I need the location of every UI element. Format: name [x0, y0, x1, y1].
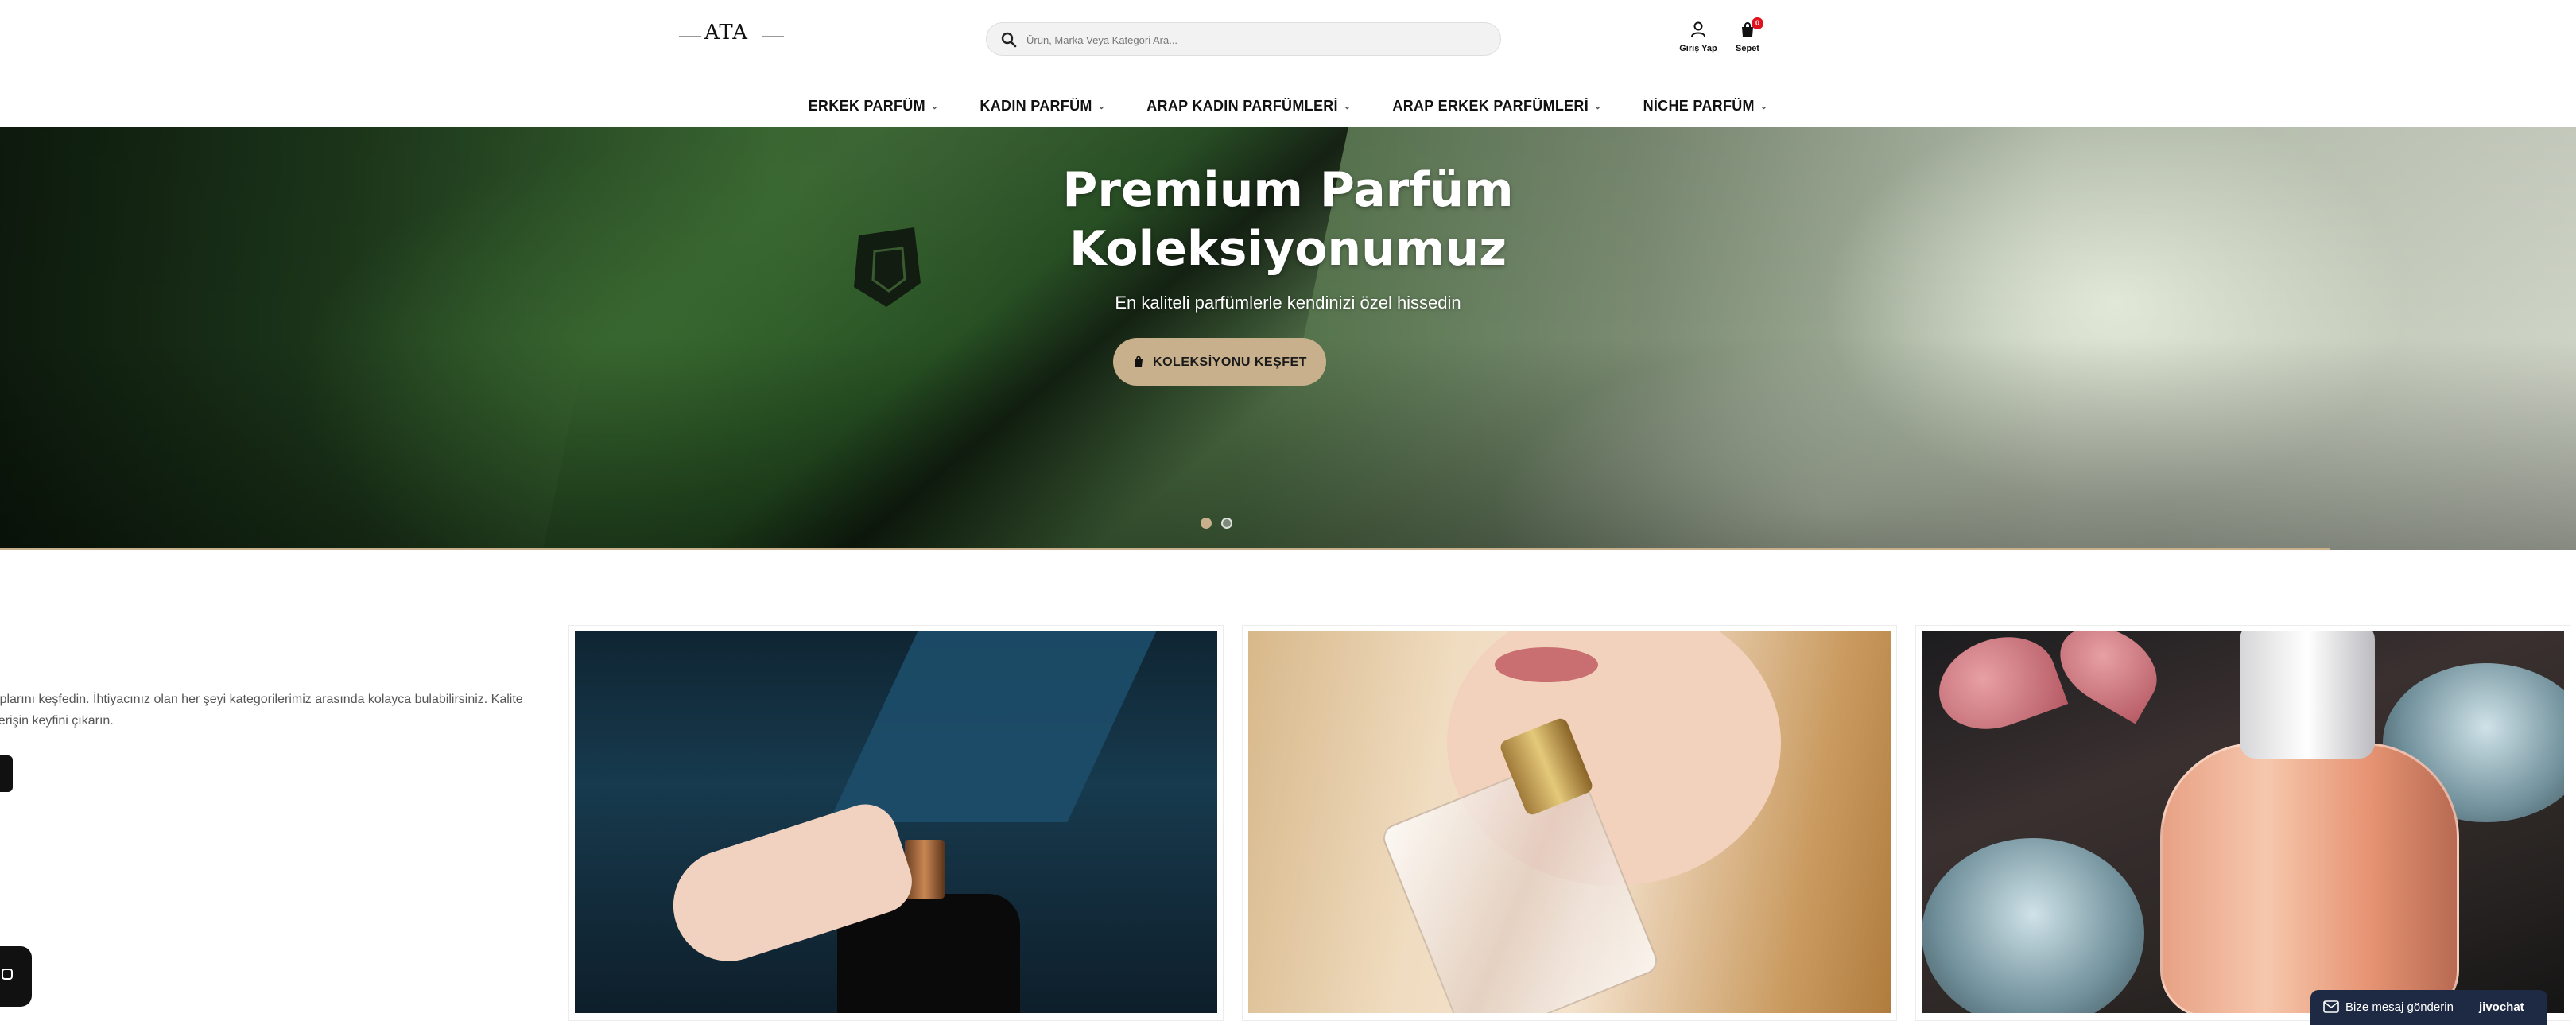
search-icon[interactable]: [1001, 32, 1017, 48]
explore-collection-button[interactable]: KOLEKSİYONU KEŞFET: [1113, 338, 1326, 386]
nav-item-kadin-parfum[interactable]: KADIN PARFÜM ⌄: [980, 87, 1105, 125]
nav-item-niche-parfum[interactable]: NİCHE PARFÜM ⌄: [1643, 87, 1768, 125]
lips-image: [1495, 647, 1598, 682]
perfume-cap-image: [2240, 631, 2375, 759]
slider-progress-bar: [0, 548, 2330, 550]
category-card-niche[interactable]: [1922, 631, 2564, 1013]
chevron-down-icon: ⌄: [1343, 102, 1352, 111]
categories-description: ürün gruplarını keşfedin. İhtiyacınız ol…: [0, 693, 523, 728]
chat-widget[interactable]: Bize mesaj gönderin jivochat: [2310, 990, 2547, 1025]
chevron-down-icon: ⌄: [1759, 102, 1768, 111]
flower-image: [1926, 631, 2069, 745]
hero-title: Premium Parfüm Koleksiyonumuz: [1062, 162, 1514, 277]
social-float-button[interactable]: [0, 946, 32, 1007]
nav-item-arap-erkek[interactable]: ARAP ERKEK PARFÜMLERİ ⌄: [1392, 87, 1601, 125]
hero-slider: Premium Parfüm Koleksiyonumuz En kalitel…: [0, 127, 2576, 550]
instagram-icon: [2, 969, 13, 980]
categories-button[interactable]: [0, 755, 13, 792]
login-button[interactable]: Giriş Yap: [1670, 21, 1726, 53]
cart-count-badge: 0: [1752, 17, 1763, 29]
nav-label: KADIN PARFÜM: [980, 98, 1092, 114]
chat-label: Bize mesaj gönderin: [2345, 1000, 2454, 1014]
card-image-detail: [828, 631, 1164, 822]
hero-subtitle: En kaliteli parfümlerle kendinizi özel h…: [1115, 293, 1461, 313]
site-logo[interactable]: ATA: [679, 21, 784, 48]
cart-button[interactable]: 0 Sepet: [1720, 17, 1775, 53]
search-bar: [986, 22, 1501, 56]
login-label: Giriş Yap: [1679, 44, 1717, 53]
chat-brand: jivochat: [2479, 1000, 2524, 1014]
flower-image: [2046, 631, 2171, 724]
nav-label: NİCHE PARFÜM: [1643, 98, 1755, 114]
shell-image: [1922, 838, 2144, 1013]
cta-label: KOLEKSİYONU KEŞFET: [1153, 355, 1307, 369]
perfume-bottle-image: [2160, 743, 2459, 1013]
envelope-icon: [2323, 1000, 2339, 1013]
site-header: ATA Giriş Yap 0 Sepet ERKEK PARFÜM ⌄ KADI…: [0, 0, 2576, 127]
nav-label: ARAP ERKEK PARFÜMLERİ: [1392, 98, 1589, 114]
slider-dot-2[interactable]: [1221, 518, 1232, 529]
nav-label: ERKEK PARFÜM: [808, 98, 925, 114]
cart-label: Sepet: [1736, 44, 1759, 53]
nav-item-arap-kadin[interactable]: ARAP KADIN PARFÜMLERİ ⌄: [1146, 87, 1351, 125]
category-card-women[interactable]: [1248, 631, 1891, 1013]
nav-item-erkek-parfum[interactable]: ERKEK PARFÜM ⌄: [809, 87, 939, 125]
chevron-down-icon: ⌄: [930, 102, 939, 111]
logo-text: ATA: [704, 21, 749, 45]
category-card-men[interactable]: [575, 631, 1217, 1013]
main-nav: ERKEK PARFÜM ⌄ KADIN PARFÜM ⌄ ARAP KADIN P…: [0, 87, 2576, 126]
shopping-bag-icon: [1135, 355, 1143, 367]
search-input[interactable]: [1025, 28, 1481, 52]
chevron-down-icon: ⌄: [1594, 102, 1602, 111]
user-icon: [1691, 21, 1705, 37]
nav-label: ARAP KADIN PARFÜMLERİ: [1146, 98, 1338, 114]
slider-dot-1[interactable]: [1201, 518, 1212, 529]
chevron-down-icon: ⌄: [1097, 102, 1106, 111]
